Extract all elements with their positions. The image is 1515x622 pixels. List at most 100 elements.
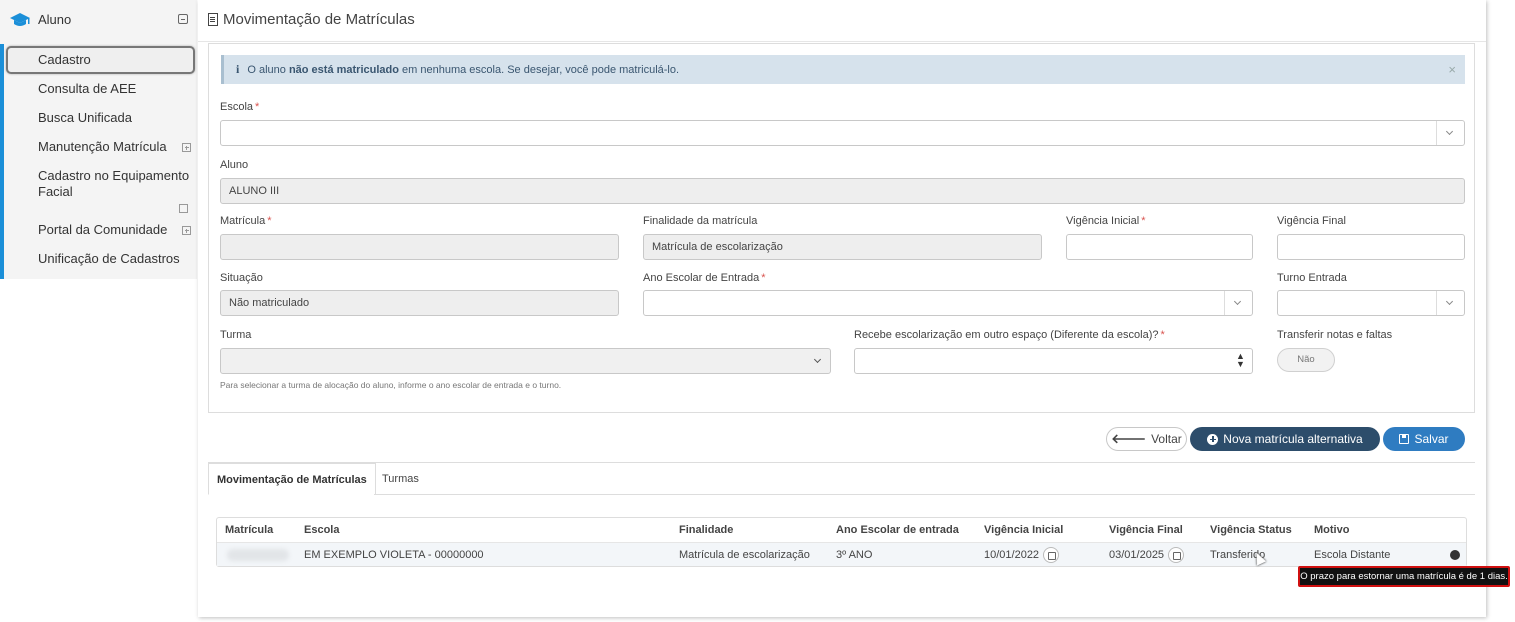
edit-icon[interactable] (1043, 547, 1060, 564)
updown-icon: ▲ ▼ (1236, 351, 1245, 369)
sidebar-module-header[interactable]: Aluno (0, 0, 197, 40)
divider (198, 41, 1486, 42)
page-title: Movimentação de Matrículas (208, 11, 415, 28)
escola-label: Escola * (220, 101, 260, 113)
info-icon: i (236, 62, 240, 76)
turma-hint: Para selecionar a turma de alocação do a… (220, 380, 562, 390)
transferir-label: Transferir notas e faltas (1277, 329, 1393, 341)
nova-matricula-button[interactable]: Nova matrícula alternativa (1190, 427, 1380, 451)
info-alert: i O aluno não está matriculado em nenhum… (221, 55, 1465, 84)
sidebar-item-equipamento-facial[interactable]: Cadastro no Equipamento Facial (4, 168, 194, 200)
sidebar-item-label: Unificação de Cadastros (38, 251, 180, 266)
chevron-down-icon (1436, 121, 1464, 145)
recebe-select[interactable]: ▲ ▼ (854, 348, 1253, 374)
finalidade-field: Matrícula de escolarização (643, 234, 1042, 260)
matricula-label: Matrícula * (220, 215, 272, 227)
tabs-section: Movimentação de Matrículas Turmas Matríc… (208, 462, 1475, 587)
chevron-down-icon (1224, 291, 1252, 315)
expand-icon[interactable] (179, 204, 188, 213)
sidebar-item-busca-unificada[interactable]: Busca Unificada (4, 110, 132, 125)
matricula-redacted (227, 549, 289, 561)
sidebar-item-cadastro[interactable]: Cadastro (6, 46, 195, 74)
ano-escolar-select[interactable] (643, 290, 1253, 316)
turma-label: Turma (220, 329, 252, 341)
cell-escola: EM EXEMPLO VIOLETA - 00000000 (304, 549, 484, 561)
sidebar-active-bar (0, 44, 4, 279)
aluno-label: Aluno (220, 159, 249, 171)
alert-bold: não está matriculado (288, 63, 399, 76)
collapse-icon[interactable] (178, 14, 188, 24)
matricula-field[interactable] (220, 234, 619, 260)
salvar-button[interactable]: Salvar (1383, 427, 1465, 451)
sidebar-item-label: Consulta de AEE (38, 81, 137, 96)
sidebar-item-label: Cadastro no Equipamento Facial (38, 168, 190, 199)
sidebar-module-title: Aluno (38, 12, 72, 27)
chevron-down-icon (1436, 291, 1464, 315)
arrow-left-icon: 🡐 (1111, 431, 1147, 446)
edit-icon[interactable] (1168, 547, 1185, 564)
voltar-button[interactable]: 🡐 Voltar (1106, 427, 1187, 451)
nova-label: Nova matrícula alternativa (1223, 432, 1363, 446)
sidebar-item-label: Cadastro (38, 52, 91, 67)
estorno-tooltip: O prazo para estornar uma matrícula é de… (1298, 566, 1510, 587)
table-header: Matrícula Escola Finalidade Ano Escolar … (217, 518, 1466, 542)
vigencia-final-label: Vigência Final (1277, 215, 1346, 227)
col-vigencia-final: Vigência Final (1109, 524, 1183, 536)
cell-vigencia-inicial: 10/01/2022 (984, 543, 1060, 567)
col-vigencia-inicial: Vigência Inicial (984, 524, 1064, 536)
graduation-cap-icon (10, 13, 30, 26)
close-icon[interactable]: × (1448, 62, 1456, 77)
aluno-field: ALUNO III (220, 178, 1465, 204)
chevron-down-icon (813, 355, 822, 364)
sidebar-item-label: Portal da Comunidade (38, 222, 168, 237)
col-matricula: Matrícula (225, 524, 274, 536)
estornar-icon[interactable] (1450, 550, 1460, 560)
col-ano-escolar: Ano Escolar de entrada (836, 524, 959, 536)
turno-select[interactable] (1277, 290, 1465, 316)
vigencia-final-input[interactable] (1277, 234, 1465, 260)
sidebar-item-portal-comunidade[interactable]: Portal da Comunidade (4, 222, 197, 237)
document-icon (208, 13, 218, 26)
page-title-text: Movimentação de Matrículas (223, 11, 415, 28)
ano-escolar-label: Ano Escolar de Entrada * (643, 272, 766, 284)
sidebar-item-consulta-aee[interactable]: Consulta de AEE (4, 81, 136, 96)
turma-select[interactable] (220, 348, 831, 374)
main-panel: Movimentação de Matrículas i O aluno não… (198, 0, 1486, 617)
col-escola: Escola (304, 524, 340, 536)
movimentacao-table: Matrícula Escola Finalidade Ano Escolar … (216, 517, 1467, 567)
salvar-label: Salvar (1414, 432, 1449, 446)
situacao-label: Situação (220, 272, 263, 284)
voltar-label: Voltar (1151, 432, 1182, 446)
sidebar-item-unificacao-cadastros[interactable]: Unificação de Cadastros (4, 251, 180, 266)
sidebar: Aluno Cadastro Consulta de AEE Busca Uni… (0, 0, 197, 279)
vigencia-inicial-input[interactable] (1066, 234, 1253, 260)
divider (374, 494, 1475, 495)
transferir-toggle[interactable]: Não (1277, 348, 1335, 372)
alert-prefix: O aluno (247, 63, 286, 76)
cell-ano: 3º ANO (836, 549, 873, 561)
sidebar-item-label: Manutenção Matrícula (38, 139, 167, 154)
plus-circle-icon (1207, 433, 1219, 445)
table-row[interactable]: EM EXEMPLO VIOLETA - 00000000 Matrícula … (217, 542, 1466, 566)
expand-icon[interactable] (182, 226, 191, 235)
cell-vigencia-final: 03/01/2025 (1109, 543, 1185, 567)
enrollment-form: i O aluno não está matriculado em nenhum… (208, 43, 1475, 413)
turno-label: Turno Entrada (1277, 272, 1347, 284)
sidebar-item-label: Busca Unificada (38, 110, 132, 125)
alert-suffix: em nenhuma escola. Se desejar, você pode… (402, 63, 680, 76)
finalidade-label: Finalidade da matrícula (643, 215, 758, 227)
tab-movimentacao[interactable]: Movimentação de Matrículas (208, 463, 376, 495)
save-icon (1399, 434, 1410, 444)
tab-turmas[interactable]: Turmas (374, 463, 427, 495)
expand-icon[interactable] (182, 143, 191, 152)
col-vigencia-status: Vigência Status (1210, 524, 1292, 536)
sidebar-item-manutencao-matricula[interactable]: Manutenção Matrícula (4, 139, 197, 154)
col-motivo: Motivo (1314, 524, 1350, 536)
escola-select[interactable] (220, 120, 1465, 146)
cell-motivo: Escola Distante (1314, 549, 1391, 561)
recebe-label: Recebe escolarização em outro espaço (Di… (854, 329, 1165, 341)
vigencia-inicial-label: Vigência Inicial * (1066, 215, 1146, 227)
situacao-field: Não matriculado (220, 290, 619, 316)
col-finalidade: Finalidade (679, 524, 734, 536)
cell-finalidade: Matrícula de escolarização (679, 549, 810, 561)
